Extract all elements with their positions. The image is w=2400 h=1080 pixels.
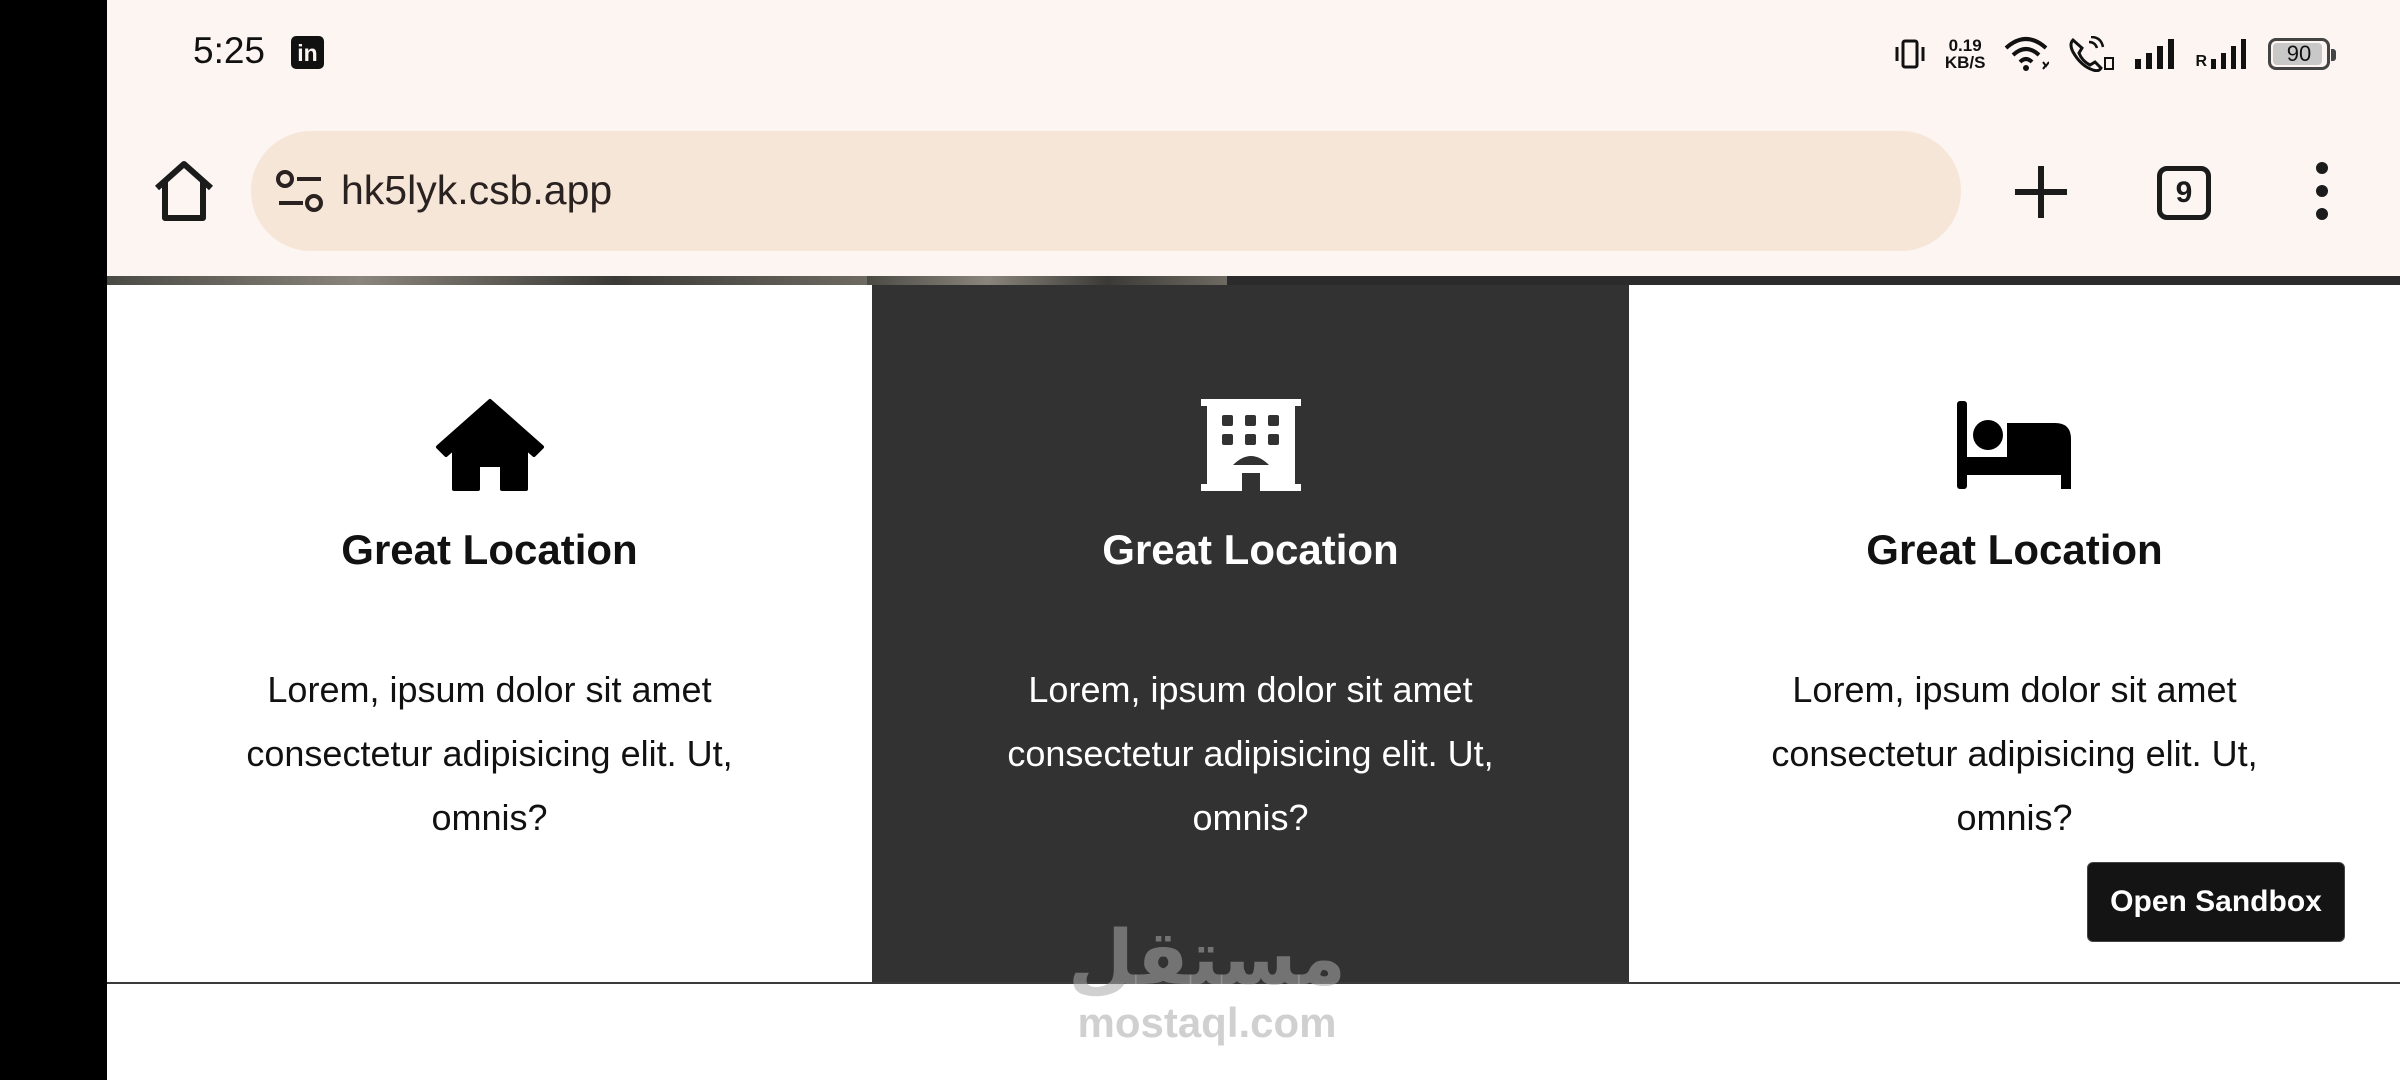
hero-image-fragment — [867, 276, 1227, 285]
status-time: 5:25 — [193, 30, 266, 71]
hero-image-edge — [107, 276, 2400, 285]
feature-text: Lorem, ipsum dolor sit amet consectetur … — [246, 669, 733, 838]
house-icon — [435, 399, 544, 491]
tabs-icon[interactable]: 9 — [2157, 166, 2211, 220]
battery-level: 90 — [2286, 41, 2312, 66]
address-bar[interactable]: hk5lyk.csb.app — [251, 131, 1961, 251]
building-icon — [1200, 399, 1301, 491]
feature-text: Lorem, ipsum dolor sit amet consectetur … — [1007, 669, 1494, 838]
wifi-icon — [2005, 37, 2050, 71]
page-content: Great Location Lorem, ipsum dolor sit am… — [107, 276, 2400, 1080]
bed-icon — [1956, 401, 2071, 489]
battery-icon: 90 — [2268, 38, 2336, 70]
status-bar: 5:25 in 0.19 KB/S R 90 — [107, 0, 2400, 108]
feature-text: Lorem, ipsum dolor sit amet consectetur … — [1771, 669, 2258, 838]
url-text[interactable]: hk5lyk.csb.app — [341, 167, 612, 214]
signal-icon — [2135, 39, 2175, 69]
feature-title: Great Location — [1102, 526, 1399, 573]
feature-card: Great Location Lorem, ipsum dolor sit am… — [107, 285, 872, 982]
network-speed-value: 0.19 — [1948, 36, 1982, 55]
vibrate-icon — [1895, 39, 1925, 69]
site-settings-icon[interactable] — [275, 169, 325, 215]
linkedin-icon: in — [291, 36, 324, 69]
open-sandbox-button[interactable]: Open Sandbox — [2087, 862, 2345, 942]
plus-icon[interactable] — [2007, 156, 2075, 228]
hero-image-fragment — [107, 276, 867, 285]
feature-title: Great Location — [1866, 526, 2163, 573]
watermark-latin: mostaql.com — [1077, 999, 1337, 1046]
home-icon[interactable] — [151, 158, 217, 224]
status-icons: 0.19 KB/S R 90 — [1893, 30, 2336, 78]
browser-toolbar: hk5lyk.csb.app 9 — [107, 108, 2400, 276]
network-speed-unit: KB/S — [1944, 53, 1986, 72]
network-speed: 0.19 KB/S — [1945, 37, 1986, 71]
more-vertical-icon[interactable] — [2309, 158, 2335, 224]
signal-roaming-icon: R — [2195, 37, 2250, 71]
browser-viewport: 5:25 in 0.19 KB/S R 90 hk5lyk.csb.app 9 … — [107, 0, 2400, 1080]
feature-card: Great Location Lorem, ipsum dolor sit am… — [872, 285, 1629, 982]
features-row: Great Location Lorem, ipsum dolor sit am… — [107, 285, 2400, 982]
section-divider — [107, 982, 2400, 984]
wifi-calling-icon — [2069, 36, 2115, 72]
feature-title: Great Location — [341, 526, 638, 573]
roaming-label: R — [2195, 53, 2207, 70]
screen: 5:25 in 0.19 KB/S R 90 hk5lyk.csb.app 9 … — [0, 0, 2400, 1080]
